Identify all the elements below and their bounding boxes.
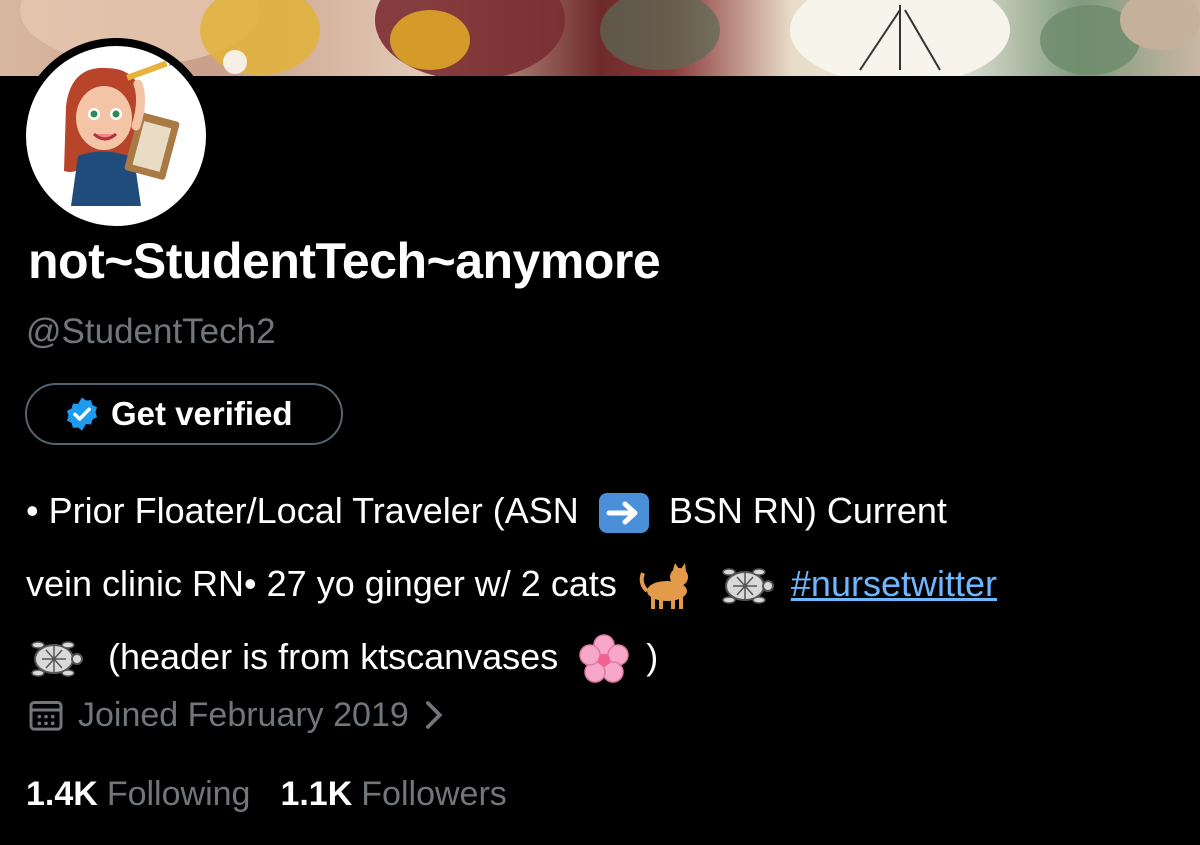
right-arrow-emoji <box>598 493 649 534</box>
bio-text: (header is from ktscanvases <box>108 636 559 677</box>
verified-badge-icon <box>66 397 98 431</box>
hashtag-link[interactable]: #nursetwitter <box>791 563 997 604</box>
bio-text: vein clinic RN• 27 yo ginger w/ 2 cats <box>26 563 617 604</box>
bio-line: (header is from ktscanvases ) <box>26 620 1186 693</box>
followers-link[interactable]: 1.1K Followers <box>280 775 506 814</box>
display-name: not~StudentTech~anymore <box>28 233 661 289</box>
followers-label: Followers <box>361 775 507 813</box>
avatar[interactable] <box>26 46 206 226</box>
follow-stats: 1.4K Following 1.1K Followers <box>26 775 537 814</box>
followers-count: 1.1K <box>280 775 353 813</box>
bio: • Prior Floater/Local Traveler (ASN BSN … <box>26 474 1186 693</box>
bio-text: BSN RN) Current <box>668 490 947 531</box>
get-verified-button[interactable]: Get verified <box>25 383 343 445</box>
following-count: 1.4K <box>26 775 98 813</box>
username-handle: @StudentTech2 <box>26 312 276 351</box>
turtle-emoji <box>31 641 83 678</box>
turtle-emoji <box>722 568 774 605</box>
join-date[interactable]: Joined February 2019 <box>26 695 459 735</box>
join-date-text: Joined February 2019 <box>78 695 409 734</box>
cherry-blossom-emoji <box>579 634 629 684</box>
following-link[interactable]: 1.4K Following <box>26 775 250 814</box>
calendar-icon <box>29 701 63 731</box>
cat-emoji <box>639 563 688 610</box>
bio-line: vein clinic RN• 27 yo ginger w/ 2 cats #… <box>26 547 1186 620</box>
bio-text: • Prior Floater/Local Traveler (ASN <box>26 490 579 531</box>
chevron-right-icon <box>425 701 443 729</box>
bio-text: ) <box>646 636 659 677</box>
get-verified-label: Get verified <box>111 395 293 432</box>
bio-line: • Prior Floater/Local Traveler (ASN BSN … <box>26 474 1186 547</box>
following-label: Following <box>106 775 251 813</box>
